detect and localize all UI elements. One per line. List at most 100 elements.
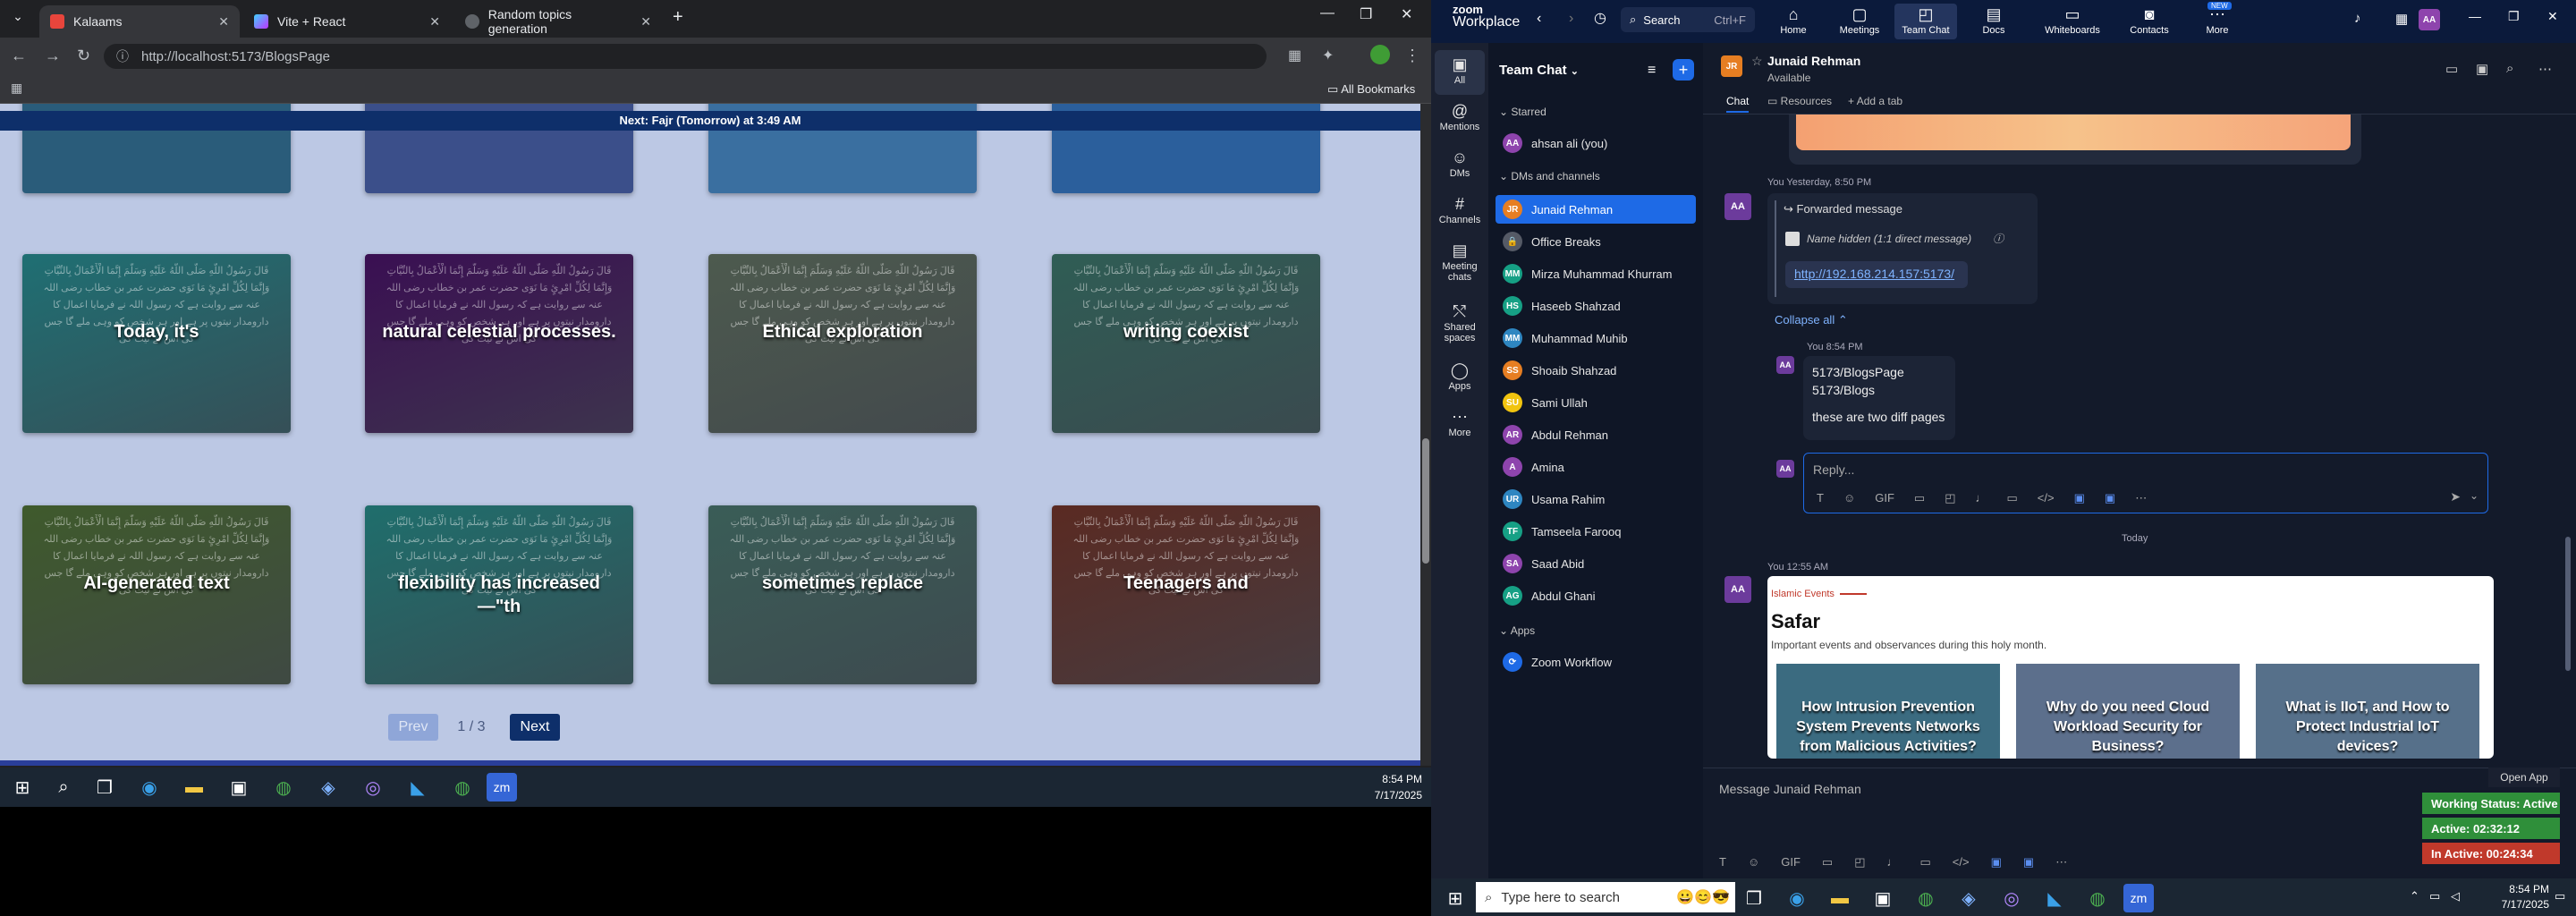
chat-item[interactable]: UR Usama Rahim bbox=[1496, 485, 1696, 513]
screen-share-icon[interactable]: ▣ bbox=[2476, 61, 2488, 77]
rail-more[interactable]: ⋯ More bbox=[1431, 408, 1488, 438]
chat-item[interactable]: SS Shoaib Shahzad bbox=[1496, 356, 1696, 385]
tab-chat[interactable]: Chat bbox=[1726, 95, 1750, 113]
maximize-icon[interactable]: ❐ bbox=[2508, 9, 2520, 24]
minimize-icon[interactable]: — bbox=[1320, 5, 1335, 21]
windows-start-icon[interactable]: ⊞ bbox=[1440, 884, 1470, 912]
chat-item-zoom-workflow[interactable]: ⟳ Zoom Workflow bbox=[1496, 648, 1696, 676]
reply-bubble[interactable]: 5173/BlogsPage 5173/Blogs these are two … bbox=[1803, 356, 1955, 440]
blog-card[interactable]: قَالَ رَسُولُ اللَّهِ صَلَّى اللَّهُ عَل… bbox=[708, 505, 977, 684]
window-close-icon[interactable]: ✕ bbox=[1401, 5, 1412, 23]
search-icon[interactable]: ⌕ bbox=[2506, 61, 2513, 76]
window-close-icon[interactable]: ✕ bbox=[2547, 9, 2558, 24]
zoom-icon[interactable]: zm bbox=[487, 773, 517, 802]
chat-item[interactable]: MM Mirza Muhammad Khurram bbox=[1496, 259, 1696, 288]
chat-item[interactable]: A Amina bbox=[1496, 453, 1696, 481]
avatar[interactable]: AA bbox=[2419, 9, 2440, 30]
blog-thumbnail[interactable]: What is IIoT, and How to Protect Industr… bbox=[2256, 664, 2479, 759]
menu-dots-icon[interactable]: ⋮ bbox=[1404, 47, 1420, 65]
rich-post-card[interactable]: Islamic Events Safar Important events an… bbox=[1767, 576, 2494, 759]
rail-shared-spaces[interactable]: ⤲ Shared spaces bbox=[1431, 302, 1488, 344]
rail-mentions[interactable]: @ Mentions bbox=[1431, 102, 1488, 132]
app-icon[interactable]: ◈ bbox=[1953, 884, 1984, 912]
profile-avatar[interactable] bbox=[1370, 45, 1390, 64]
video-icon[interactable]: ▭ bbox=[2445, 61, 2458, 77]
blog-card[interactable]: قَالَ رَسُولُ اللَّهِ صَلَّى اللَّهُ عَل… bbox=[1052, 505, 1320, 684]
info-icon[interactable]: ⓘ bbox=[1993, 231, 2004, 246]
emoji-icon[interactable]: ☺ bbox=[1843, 491, 1855, 505]
store-icon[interactable]: ▣ bbox=[224, 773, 254, 802]
edge-icon[interactable]: ◉ bbox=[1782, 884, 1812, 912]
chrome-icon[interactable]: ◍ bbox=[2082, 884, 2113, 912]
blog-card[interactable]: قَالَ رَسُولُ اللَّهِ صَلَّى اللَّهُ عَل… bbox=[1052, 254, 1320, 433]
reload-icon[interactable]: ↻ bbox=[77, 47, 90, 65]
chat-item[interactable]: AG Abdul Ghani bbox=[1496, 581, 1696, 610]
task-view-icon[interactable]: ❐ bbox=[89, 773, 120, 802]
collapse-all-link[interactable]: Collapse all ⌃ bbox=[1775, 313, 1848, 327]
open-app-button[interactable]: Open App bbox=[2488, 768, 2560, 787]
format-icon[interactable]: T bbox=[1719, 855, 1726, 869]
app-icon[interactable]: ◈ bbox=[313, 773, 343, 802]
message-input[interactable]: Message Junaid Rehman bbox=[1719, 782, 1861, 796]
close-icon[interactable]: ✕ bbox=[429, 14, 440, 30]
puzzle-icon[interactable]: ✦ bbox=[1322, 47, 1334, 64]
contact-name[interactable]: Junaid Rehman bbox=[1767, 54, 1860, 68]
chat-scrollbar[interactable] bbox=[2565, 537, 2571, 671]
chat-item[interactable]: TF Tamseela Farooq bbox=[1496, 517, 1696, 546]
blog-card[interactable]: قَالَ رَسُولُ اللَّهِ صَلَّى اللَّهُ عَل… bbox=[22, 254, 291, 433]
file-icon[interactable]: ▭ bbox=[1914, 491, 1925, 505]
rail-apps[interactable]: ◯ Apps bbox=[1431, 361, 1488, 392]
new-tab-plus-icon[interactable]: + bbox=[673, 7, 683, 28]
taskbar-search-input[interactable]: ⌕ Type here to search 😀😊😎 bbox=[1476, 882, 1735, 912]
extension-icon[interactable]: ▦ bbox=[1288, 47, 1301, 64]
tab-vite-react[interactable]: Vite + React ✕ bbox=[243, 5, 451, 38]
reply-input[interactable]: Reply... T ☺ GIF ▭ ◰ ♩ ▭ </> ▣ ▣ ⋯ ➤ ⌄ bbox=[1803, 453, 2488, 513]
tray-chevron-icon[interactable]: ⌃ bbox=[2410, 889, 2419, 903]
close-icon[interactable]: ✕ bbox=[218, 14, 229, 30]
tab-search-icon[interactable]: ⌄ bbox=[7, 9, 29, 30]
mic-icon[interactable]: ♩ bbox=[1887, 855, 1899, 869]
chat-item[interactable]: AR Abdul Rehman bbox=[1496, 420, 1696, 449]
blog-card[interactable]: قَالَ رَسُولُ اللَّهِ صَلَّى اللَّهُ عَل… bbox=[365, 254, 633, 433]
emoji-icon[interactable]: ☺ bbox=[1748, 855, 1759, 869]
apps-section[interactable]: ⌄ Apps bbox=[1499, 624, 1535, 637]
tab-resources[interactable]: ▭ Resources bbox=[1767, 95, 1832, 107]
chat-item[interactable]: SA Saad Abid bbox=[1496, 549, 1696, 578]
code-icon[interactable]: </> bbox=[2038, 491, 2055, 505]
chat-item[interactable]: 🔒 Office Breaks bbox=[1496, 227, 1696, 256]
github-icon[interactable]: ◎ bbox=[358, 773, 388, 802]
nav-meetings[interactable]: ▢ Meetings bbox=[1828, 5, 1891, 36]
page-scrollbar[interactable] bbox=[1420, 104, 1431, 766]
rail-channels[interactable]: # Channels bbox=[1431, 195, 1488, 225]
chat-item[interactable]: JR Junaid Rehman bbox=[1496, 195, 1696, 224]
windows-start-icon[interactable]: ⊞ bbox=[7, 773, 38, 802]
bell-icon[interactable]: ♪ bbox=[2354, 11, 2361, 26]
app-icon[interactable]: ▣ bbox=[2074, 491, 2085, 505]
chat-item[interactable]: MM Muhammad Muhib bbox=[1496, 324, 1696, 352]
blog-thumbnail[interactable]: How Intrusion Prevention System Prevents… bbox=[1776, 664, 2000, 759]
app-icon[interactable]: ▣ bbox=[1991, 855, 2002, 869]
nav-contacts[interactable]: ◙ Contacts bbox=[2118, 5, 2181, 36]
rail-meeting-chats[interactable]: ▤ Meeting chats bbox=[1431, 242, 1488, 283]
chrome-icon[interactable]: ◍ bbox=[447, 773, 478, 802]
video-clip-icon[interactable]: ▭ bbox=[1920, 855, 1931, 869]
video-clip-icon[interactable]: ▭ bbox=[2007, 491, 2018, 505]
search-icon[interactable]: ⌕ bbox=[48, 773, 79, 802]
apps-grid-icon[interactable]: ▦ bbox=[11, 81, 22, 96]
store-icon[interactable]: ▣ bbox=[1868, 884, 1898, 912]
back-arrow-icon[interactable]: ‹ bbox=[1537, 11, 1541, 27]
scrollbar-thumb[interactable] bbox=[1422, 438, 1429, 564]
task-view-icon[interactable]: ❐ bbox=[1739, 884, 1769, 912]
url-input[interactable]: ⓘ http://localhost:5173/BlogsPage bbox=[104, 44, 1267, 69]
gif-icon[interactable]: GIF bbox=[1781, 855, 1801, 869]
image-attachment[interactable] bbox=[1789, 114, 2361, 165]
history-icon[interactable]: ◷ bbox=[1594, 9, 1606, 27]
chat-item[interactable]: HS Haseeb Shahzad bbox=[1496, 292, 1696, 320]
prev-button[interactable]: Prev bbox=[388, 714, 438, 741]
rail-all[interactable]: ▣ All bbox=[1431, 55, 1488, 86]
gif-icon[interactable]: GIF bbox=[1875, 491, 1894, 505]
more-icon[interactable]: ⋯ bbox=[2055, 855, 2067, 869]
dms-section[interactable]: ⌄ DMs and channels bbox=[1499, 170, 1600, 182]
chat-item[interactable]: SU Sami Ullah bbox=[1496, 388, 1696, 417]
forward-arrow-icon[interactable]: → bbox=[45, 47, 61, 65]
